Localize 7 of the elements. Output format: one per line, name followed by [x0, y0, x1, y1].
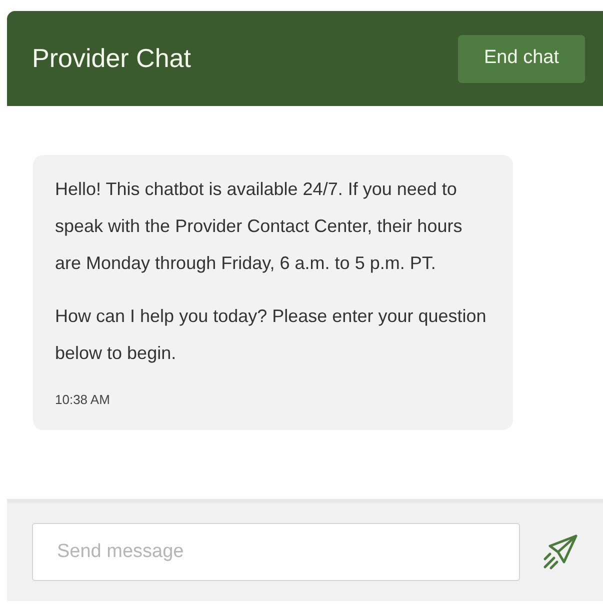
- chat-title: Provider Chat: [32, 42, 191, 75]
- send-icon[interactable]: [542, 534, 578, 570]
- message-text: How can I help you today? Please enter your question below to begin.: [55, 305, 488, 365]
- message-input[interactable]: Send message: [32, 523, 520, 581]
- message-time: 10:38 AM: [55, 392, 110, 407]
- message-text: Hello! This chatbot is available 24/7. If you need to speak with the Provider Contact Center, their hours are Monday through Friday, 6 a.m. to 5 p.m. PT.: [55, 178, 464, 275]
- end-chat-button[interactable]: End chat: [458, 34, 585, 82]
